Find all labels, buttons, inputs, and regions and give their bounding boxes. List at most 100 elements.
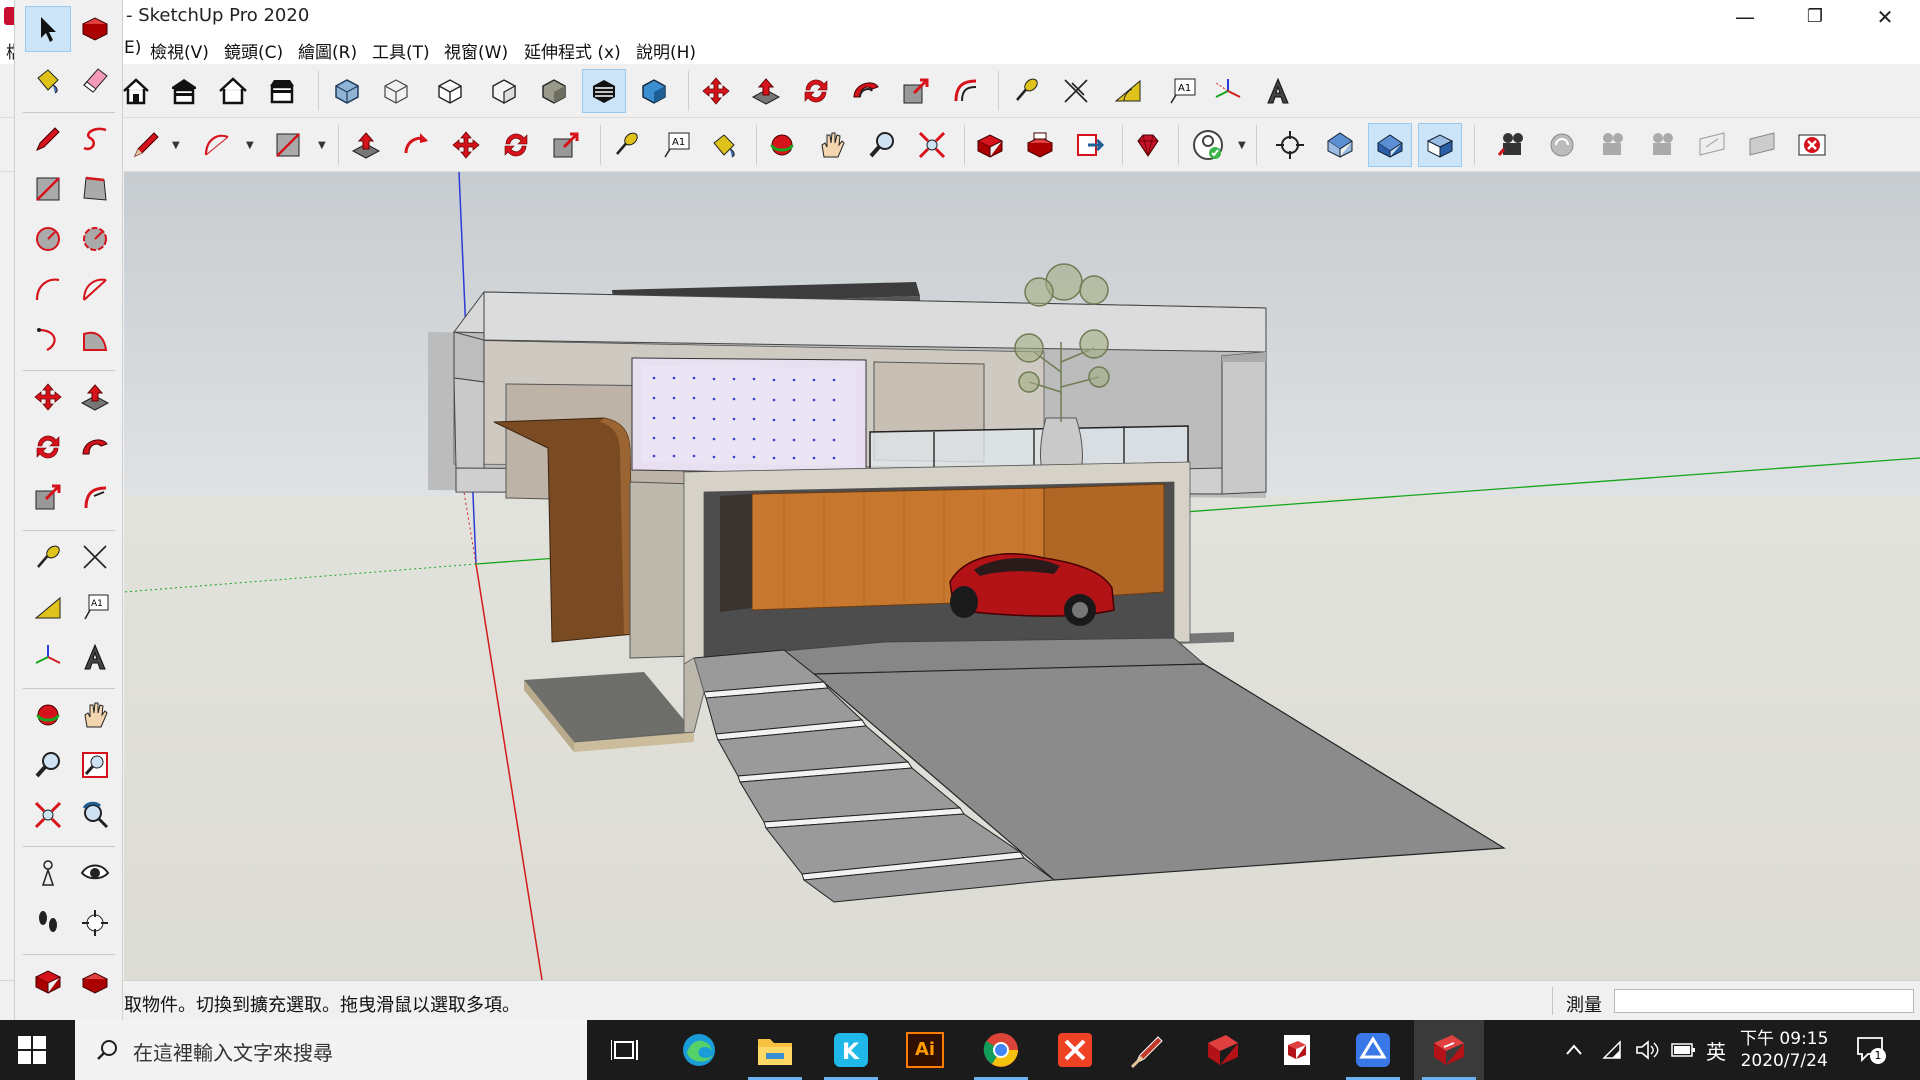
ruby-console-icon[interactable] <box>1126 123 1170 167</box>
wireframe-icon[interactable] <box>374 69 418 113</box>
move-icon[interactable] <box>694 69 738 113</box>
xray-icon[interactable] <box>325 69 369 113</box>
orbit-icon[interactable] <box>25 692 71 738</box>
style-builder-icon[interactable] <box>1114 1020 1184 1080</box>
rotate-icon[interactable] <box>25 424 71 470</box>
push-pull-icon[interactable] <box>744 69 788 113</box>
windows-start-icon[interactable] <box>18 1036 46 1064</box>
section-delete-icon[interactable] <box>1790 123 1834 167</box>
google-drive-icon[interactable] <box>1338 1020 1408 1080</box>
taskbar-search-box[interactable]: 在這裡輸入文字來搜尋 <box>75 1020 587 1080</box>
make-component-icon[interactable] <box>72 6 118 52</box>
menu-camera[interactable]: 鏡頭(C) <box>224 38 283 63</box>
offset-icon[interactable] <box>72 474 118 520</box>
walk-icon[interactable] <box>25 900 71 946</box>
tape-measure-icon[interactable] <box>1004 69 1048 113</box>
scale-icon[interactable] <box>894 69 938 113</box>
file-explorer-icon[interactable] <box>740 1020 810 1080</box>
follow-me-icon[interactable] <box>394 123 438 167</box>
iso-view-icon[interactable] <box>1368 123 1412 167</box>
sketchup-icon[interactable] <box>1414 1020 1484 1080</box>
tray-overflow-icon[interactable] <box>1564 1020 1584 1080</box>
pencil-dropdown[interactable]: ▼ <box>172 140 180 151</box>
export-icon[interactable] <box>1068 123 1112 167</box>
offset-icon[interactable] <box>944 69 988 113</box>
follow-me-icon[interactable] <box>844 69 888 113</box>
position-camera-icon[interactable] <box>1268 123 1312 167</box>
move-icon[interactable] <box>25 374 71 420</box>
rotate-icon[interactable] <box>494 123 538 167</box>
shaded-icon[interactable] <box>482 69 526 113</box>
task-view-icon[interactable] <box>590 1020 660 1080</box>
measurements-input[interactable] <box>1614 989 1914 1013</box>
rotate-icon[interactable] <box>794 69 838 113</box>
close-button[interactable]: ✕ <box>1850 0 1920 34</box>
pencil-icon[interactable] <box>124 123 168 167</box>
look-around-icon[interactable] <box>1640 123 1684 167</box>
3d-text-icon[interactable] <box>72 634 118 680</box>
arc-dropdown[interactable]: ▼ <box>246 140 254 151</box>
hidden-line-icon[interactable] <box>428 69 472 113</box>
section-display-icon[interactable] <box>1740 123 1784 167</box>
dimension-icon[interactable] <box>1054 69 1098 113</box>
zoom-icon[interactable] <box>860 123 904 167</box>
menu-window[interactable]: 視窗(W) <box>444 38 508 63</box>
extension-warehouse-icon[interactable] <box>260 69 304 113</box>
model-info-icon[interactable] <box>25 958 71 1004</box>
notification-center-icon[interactable]: 1 <box>1856 1036 1886 1064</box>
dimension-icon[interactable] <box>72 534 118 580</box>
front-view-icon[interactable] <box>1418 123 1462 167</box>
pan-icon[interactable] <box>810 123 854 167</box>
xmind-icon[interactable] <box>1040 1020 1110 1080</box>
drawing-viewport[interactable] <box>124 172 1920 980</box>
push-pull-icon[interactable] <box>344 123 388 167</box>
layout-icon[interactable] <box>1188 1020 1258 1080</box>
circle-icon[interactable] <box>25 216 71 262</box>
pan-icon[interactable] <box>72 692 118 738</box>
back-edges-icon[interactable] <box>632 69 676 113</box>
arc-icon[interactable] <box>25 266 71 312</box>
menu-help[interactable]: 說明(H) <box>636 38 696 63</box>
components-icon[interactable] <box>72 958 118 1004</box>
protractor-icon[interactable] <box>1106 69 1150 113</box>
scene-sync-icon[interactable] <box>1540 123 1584 167</box>
position-camera-icon[interactable] <box>25 850 71 896</box>
wifi-icon[interactable] <box>1600 1020 1624 1080</box>
menu-view[interactable]: 檢視(V) <box>150 38 209 63</box>
monochrome-icon[interactable] <box>582 69 626 113</box>
add-scene-icon[interactable] <box>1490 123 1534 167</box>
rectangle-icon[interactable] <box>266 123 310 167</box>
select-icon[interactable] <box>25 6 71 52</box>
pencil-icon[interactable] <box>25 116 71 162</box>
zoom-extents-icon[interactable] <box>25 792 71 838</box>
model-info-icon[interactable] <box>968 123 1012 167</box>
menu-edit[interactable]: E) <box>124 38 141 58</box>
previous-view-icon[interactable] <box>72 792 118 838</box>
shapes-dropdown[interactable]: ▼ <box>318 140 326 151</box>
menu-extensions[interactable]: 延伸程式 (x) <box>524 38 621 63</box>
top-view-icon[interactable] <box>1318 123 1362 167</box>
restore-button[interactable]: ❐ <box>1780 0 1850 34</box>
follow-me-icon[interactable] <box>72 424 118 470</box>
text-icon[interactable]: A1 <box>72 584 118 630</box>
kinza-icon[interactable]: K <box>816 1020 886 1080</box>
pie-icon[interactable] <box>72 316 118 362</box>
shaded-textures-icon[interactable] <box>532 69 576 113</box>
menu-tools[interactable]: 工具(T) <box>372 38 430 63</box>
zoom-window-icon[interactable] <box>72 742 118 788</box>
ime-indicator[interactable]: 英 <box>1706 1020 1726 1080</box>
look-around-icon[interactable] <box>72 850 118 896</box>
rotated-rectangle-icon[interactable] <box>72 166 118 212</box>
polygon-icon[interactable] <box>72 216 118 262</box>
battery-icon[interactable] <box>1670 1020 1696 1080</box>
rectangle-icon[interactable] <box>25 166 71 212</box>
profile-dropdown[interactable]: ▼ <box>1238 140 1246 151</box>
eraser-icon[interactable] <box>72 57 118 103</box>
move-icon[interactable] <box>444 123 488 167</box>
freehand-icon[interactable] <box>72 116 118 162</box>
warehouse-share-model-icon[interactable] <box>211 69 255 113</box>
tape-measure-icon[interactable] <box>25 534 71 580</box>
illustrator-icon[interactable]: Ai <box>890 1020 960 1080</box>
warehouse-share-icon[interactable] <box>162 69 206 113</box>
edge-icon[interactable] <box>664 1020 734 1080</box>
